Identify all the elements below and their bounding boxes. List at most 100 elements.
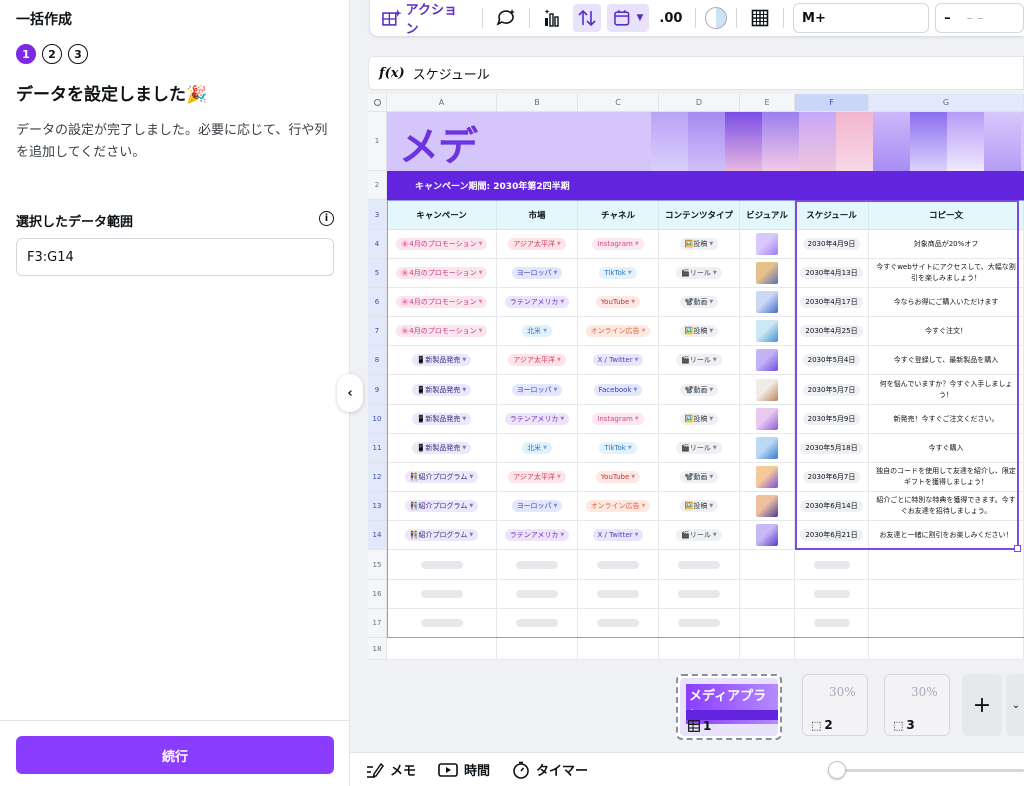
channel-dropdown[interactable]: YouTube ▼ [595,296,641,308]
visual-thumbnail[interactable] [756,437,778,459]
visual-thumbnail[interactable] [756,378,778,401]
formula-content[interactable]: スケジュール [413,64,490,83]
row-header-3[interactable]: 3 [368,200,387,230]
formula-bar[interactable]: f(x) スケジュール [368,56,1024,90]
zoom-slider-handle[interactable] [828,761,846,779]
content-type-dropdown[interactable]: 🖼️投稿 ▼ [679,413,719,425]
table-cell[interactable]: YouTube ▼ [578,288,659,317]
table-cell[interactable]: Instagram ▼ [578,405,659,434]
table-cell[interactable]: 2030年4月13日 [795,259,869,288]
table-cell[interactable] [740,346,795,375]
channel-dropdown[interactable]: オンライン広告 ▼ [585,325,651,337]
table-cell[interactable]: 📱新製品発売 ▼ [387,434,497,463]
visual-thumbnail[interactable] [756,466,778,488]
table-cell[interactable]: オンライン広告 ▼ [578,492,659,521]
decimal-button[interactable]: .00 [655,11,686,26]
empty-dropdown[interactable] [420,590,463,598]
market-dropdown[interactable]: ヨーロッパ ▼ [511,383,563,396]
table-cell[interactable]: ラテンアメリカ ▼ [497,288,578,317]
comment-button[interactable] [492,4,520,32]
market-dropdown[interactable]: 北米 ▼ [522,325,552,337]
table-cell[interactable]: 北米 ▼ [497,434,578,463]
table-cell[interactable]: 今すぐ購入 [869,434,1024,463]
page-thumbnail-2[interactable]: 30% ⬚ 2 [802,674,868,736]
step-1[interactable]: 1 [16,44,36,64]
table-cell[interactable] [740,259,795,288]
schedule-date-chip[interactable]: 2030年5月18日 [800,442,863,454]
empty-dropdown[interactable] [597,590,639,598]
step-3[interactable]: 3 [68,44,88,64]
empty-dropdown[interactable] [597,560,639,569]
table-cell[interactable]: 📽️動画 ▼ [659,288,740,317]
market-dropdown[interactable]: 北米 ▼ [522,442,552,454]
table-cell[interactable]: アジア太平洋 ▼ [497,346,578,375]
empty-cell[interactable] [387,550,497,580]
empty-dropdown[interactable] [597,619,639,627]
column-header-a[interactable]: A [387,94,497,112]
row-header-7[interactable]: 7 [368,317,387,346]
table-cell[interactable]: Facebook ▼ [578,375,659,405]
table-header-cell[interactable]: キャンペーン [387,200,497,230]
channel-dropdown[interactable]: Instagram ▼ [592,413,644,425]
row-header-11[interactable]: 11 [368,434,387,463]
empty-cell[interactable] [659,550,740,580]
table-cell[interactable]: Instagram ▼ [578,230,659,259]
campaign-dropdown[interactable]: 🌸4月のプロモーション ▼ [395,238,488,250]
visual-thumbnail[interactable] [756,320,778,342]
empty-cell[interactable] [387,609,497,638]
market-dropdown[interactable]: ラテンアメリカ ▼ [504,296,570,308]
content-type-dropdown[interactable]: 🎬リール ▼ [676,442,722,454]
channel-dropdown[interactable]: Instagram ▼ [592,238,644,250]
campaign-dropdown[interactable]: 🌸4月のプロモーション ▼ [395,325,488,337]
table-header-cell[interactable]: スケジュール [795,200,869,230]
empty-cell[interactable] [497,609,578,638]
table-cell[interactable]: 紹介ごとに特別な特典を獲得できます。今すぐお友達を招待しましょう。 [869,492,1024,521]
row-header-2[interactable]: 2 [368,171,387,200]
add-page-button[interactable]: + [962,674,1002,736]
table-cell[interactable]: お友達と一緒に割引をお楽しみください！ [869,521,1024,550]
empty-dropdown[interactable] [516,619,558,627]
empty-cell[interactable] [497,550,578,580]
empty-cell[interactable] [869,580,1024,609]
table-cell[interactable] [740,434,795,463]
table-cell[interactable]: X / Twitter ▼ [578,346,659,375]
empty-cell[interactable] [740,550,795,580]
table-cell[interactable]: ラテンアメリカ ▼ [497,521,578,550]
table-header-cell[interactable]: コピー文 [869,200,1024,230]
empty-date-chip[interactable] [813,619,850,627]
empty-cell[interactable] [869,609,1024,638]
content-type-dropdown[interactable]: 🎬リール ▼ [676,529,722,541]
schedule-date-chip[interactable]: 2030年6月21日 [800,529,863,541]
empty-cell[interactable] [578,609,659,638]
empty-cell[interactable] [387,638,497,660]
schedule-date-chip[interactable]: 2030年5月9日 [802,413,861,425]
table-cell[interactable]: 🌸4月のプロモーション ▼ [387,317,497,346]
date-format-button[interactable]: ▼ [606,4,650,32]
info-icon[interactable]: i [319,211,334,226]
table-cell[interactable] [740,492,795,521]
column-header-f[interactable]: F [795,94,869,112]
page-thumbnail-1[interactable]: メディアプラン 1 [676,674,782,740]
table-cell[interactable]: 対象商品が20%オフ [869,230,1024,259]
empty-cell[interactable] [387,580,497,609]
visual-thumbnail[interactable] [756,408,778,430]
campaign-dropdown[interactable]: 📱新製品発売 ▼ [411,442,472,454]
table-cell[interactable] [740,463,795,492]
channel-dropdown[interactable]: YouTube ▼ [595,471,641,483]
visual-thumbnail[interactable] [756,349,778,371]
empty-cell[interactable] [795,580,869,609]
table-cell[interactable]: 今ならお得にご購入いただけます [869,288,1024,317]
borders-button[interactable] [746,4,774,32]
campaign-dropdown[interactable]: 🌸4月のプロモーション ▼ [395,267,488,279]
channel-dropdown[interactable]: X / Twitter ▼ [592,529,644,541]
empty-cell[interactable] [740,580,795,609]
empty-cell[interactable] [578,580,659,609]
table-cell[interactable]: 何を悩んでいますか？今すぐ入手しましょう！ [869,375,1024,405]
channel-dropdown[interactable]: オンライン広告 ▼ [585,500,651,512]
empty-cell[interactable] [795,609,869,638]
table-cell[interactable]: 🖼️投稿 ▼ [659,230,740,259]
empty-dropdown[interactable] [420,560,463,569]
table-cell[interactable]: アジア太平洋 ▼ [497,463,578,492]
row-header-10[interactable]: 10 [368,405,387,434]
visual-thumbnail[interactable] [756,262,778,284]
